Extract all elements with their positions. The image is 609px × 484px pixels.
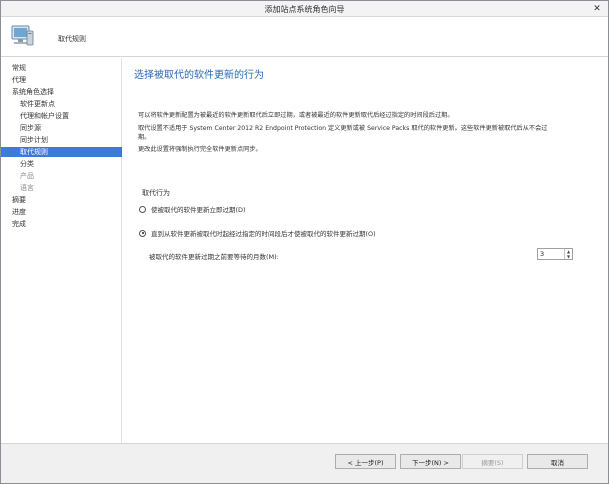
nav-item-completion[interactable]: 完成 [1, 219, 122, 229]
wizard-window: 添加站点系统角色向导 ✕ 取代规则 常规 代理 系统角色选择 软件更新点 代理和… [0, 0, 609, 484]
nav-item-products: 产品 [20, 172, 34, 180]
page-title: 选择被取代的软件更新的行为 [134, 70, 264, 81]
close-button[interactable]: ✕ [591, 3, 603, 14]
window-title: 添加站点系统角色向导 [264, 5, 345, 14]
stepper-down-arrow-icon[interactable]: ▼ [565, 254, 572, 259]
description-text-1: 可以将软件更新配置为被最近的软件更新取代后立即过期，或者被最近的软件更新取代后经… [138, 112, 454, 119]
close-icon: ✕ [593, 3, 601, 14]
nav-item-software-update-point[interactable]: 软件更新点 [1, 99, 122, 109]
description-text-2-line1: 取代设置不适用于 System Center 2012 R2 Endpoint … [138, 125, 548, 132]
wizard-footer: < 上一步(P) 下一步(N) > 摘要(S) 取消 [1, 443, 608, 483]
supersedence-behavior-label: 取代行为 [142, 189, 170, 197]
expire-after-period-radio[interactable] [139, 229, 146, 237]
nav-item-proxy-account-settings[interactable]: 代理和帐户设置 [1, 111, 122, 121]
months-to-wait-stepper[interactable]: ▲ ▼ [537, 248, 573, 260]
summary-button[interactable]: 摘要(S) [462, 454, 523, 469]
nav-item-progress[interactable]: 进度 [1, 207, 122, 217]
nav-item-proxy[interactable]: 代理 [1, 75, 122, 85]
header-title: 取代规则 [58, 35, 86, 43]
nav-item-general[interactable]: 常规 [1, 63, 122, 73]
main-content: 选择被取代的软件更新的行为 可以将软件更新配置为被最近的软件更新取代后立即过期，… [123, 58, 608, 443]
expire-immediately-radio[interactable] [139, 205, 146, 213]
stepper-arrows: ▲ ▼ [564, 249, 572, 259]
nav-item-supersedence-rules[interactable]: 取代规则 [1, 147, 122, 157]
cancel-button[interactable]: 取消 [527, 454, 588, 469]
nav-item-languages: 语言 [20, 184, 34, 192]
expire-immediately-option[interactable]: 使被取代的软件更新立即过期(D) [139, 204, 246, 214]
nav-item-summary[interactable]: 摘要 [1, 195, 122, 205]
expire-after-period-label: 直到从软件更新被取代时起经过指定的时间段后才使被取代的软件更新过期(O) [151, 230, 376, 238]
description-text-3: 更改此设置将强制执行完全软件更新点同步。 [138, 146, 262, 153]
nav-item-classifications[interactable]: 分类 [1, 159, 122, 169]
nav-item-sync-source[interactable]: 同步源 [1, 123, 122, 133]
computer-icon [11, 25, 34, 46]
previous-button[interactable]: < 上一步(P) [335, 454, 396, 469]
nav-item-sync-schedule[interactable]: 同步计划 [1, 135, 122, 145]
description-text-2-line2: 期。 [138, 134, 151, 141]
expire-after-period-option[interactable]: 直到从软件更新被取代时起经过指定的时间段后才使被取代的软件更新过期(O) [139, 228, 376, 238]
months-to-wait-input[interactable] [538, 249, 564, 259]
wizard-step-nav: 常规 代理 系统角色选择 软件更新点 代理和帐户设置 同步源 同步计划 取代规则… [1, 58, 122, 443]
wizard-header: 取代规则 [1, 17, 608, 57]
title-bar: 添加站点系统角色向导 ✕ [1, 1, 608, 17]
nav-item-system-role-selection[interactable]: 系统角色选择 [1, 87, 122, 97]
expire-immediately-label: 使被取代的软件更新立即过期(D) [151, 206, 246, 214]
months-to-wait-label: 被取代的软件更新过期之前要等待的月数(M): [149, 253, 279, 261]
next-button[interactable]: 下一步(N) > [400, 454, 461, 469]
